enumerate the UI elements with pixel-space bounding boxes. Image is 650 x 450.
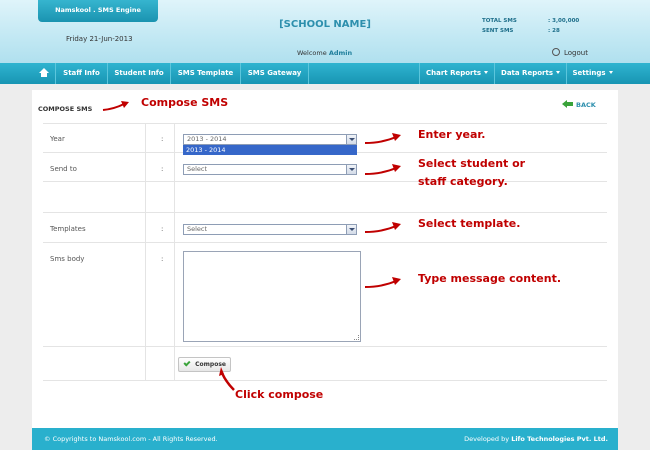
year-dropdown-option[interactable]: 2013 - 2014: [183, 145, 357, 155]
year-select[interactable]: 2013 - 2014: [183, 134, 357, 145]
welcome-user: Admin: [328, 49, 353, 57]
annotation-select-category-line2: staff category.: [418, 175, 508, 188]
logout-label: Logout: [564, 49, 588, 57]
nav-settings-label: Settings: [572, 69, 606, 77]
sent-sms-label: SENT SMS: [482, 28, 514, 34]
annotation-arrow-icon: [364, 222, 401, 233]
templates-select[interactable]: Select: [183, 224, 357, 235]
send-to-select[interactable]: Select: [183, 164, 357, 175]
header: Namskool . SMS Engine Friday 21-Jun-2013…: [0, 0, 650, 63]
annotation-click-compose: Click compose: [235, 388, 324, 401]
nav-home[interactable]: [32, 63, 56, 84]
colon: :: [161, 135, 164, 143]
annotation-arrow-icon: [102, 101, 129, 111]
send-to-label: Send to: [50, 165, 77, 173]
nav-chart-reports-label: Chart Reports: [425, 69, 481, 77]
back-arrow-icon: [562, 100, 573, 108]
annotation-select-template: Select template.: [418, 217, 521, 230]
colon: :: [161, 225, 164, 233]
nav-data-reports-label: Data Reports: [501, 69, 553, 77]
footer: © Copyrights to Namskool.com - All Right…: [32, 428, 618, 450]
nav-settings[interactable]: Settings: [566, 63, 618, 84]
power-icon: [552, 48, 560, 56]
chevron-down-icon: [555, 71, 560, 74]
send-to-select-value: Select: [187, 165, 208, 173]
nav-sms-template[interactable]: SMS Template: [171, 63, 241, 84]
sms-body-textarea[interactable]: [183, 251, 361, 342]
annotation-compose-sms: Compose SMS: [141, 96, 229, 109]
back-button[interactable]: BACK: [562, 100, 596, 109]
resize-handle-icon[interactable]: [354, 335, 359, 340]
check-icon: [183, 359, 191, 367]
nav-chart-reports[interactable]: Chart Reports: [419, 63, 494, 84]
sms-stats: TOTAL SMS : 3,00,000 SENT SMS : 28: [482, 16, 579, 36]
nav-staff-info[interactable]: Staff Info: [56, 63, 108, 84]
divider: [145, 123, 146, 380]
main-nav: Staff Info Student Info SMS Template SMS…: [0, 63, 650, 84]
current-date: Friday 21-Jun-2013: [66, 35, 133, 43]
divider: [43, 242, 607, 243]
footer-developer: Developed by Lifo Technologies Pvt. Ltd.: [464, 428, 608, 450]
annotation-enter-year: Enter year.: [418, 128, 486, 141]
divider: [43, 380, 607, 381]
chevron-down-icon: [608, 71, 613, 74]
colon: :: [161, 165, 164, 173]
divider: [43, 181, 607, 182]
divider: [43, 346, 607, 347]
welcome-prefix: Welcome: [297, 49, 327, 57]
annotation-arrow-icon: [364, 164, 401, 175]
total-sms-value: : 3,00,000: [548, 18, 580, 24]
footer-developer-company: Lifo Technologies Pvt. Ltd.: [511, 435, 608, 443]
chevron-down-icon: [484, 71, 488, 74]
divider: [43, 212, 607, 213]
page-title: COMPOSE SMS: [38, 105, 93, 113]
annotation-type-message: Type message content.: [418, 272, 562, 285]
nav-sms-gateway[interactable]: SMS Gateway: [241, 63, 309, 84]
year-select-value: 2013 - 2014: [187, 135, 227, 143]
footer-copyright: © Copyrights to Namskool.com - All Right…: [44, 435, 218, 443]
welcome-text: Welcome Admin: [297, 49, 352, 57]
chevron-down-icon: [346, 225, 356, 234]
year-label: Year: [50, 135, 65, 143]
annotation-select-category-line1: Select student or: [418, 157, 526, 170]
chevron-down-icon: [346, 165, 356, 174]
footer-developer-prefix: Developed by: [464, 435, 510, 443]
total-sms-label: TOTAL SMS: [482, 18, 517, 24]
logout-link[interactable]: Logout: [552, 48, 588, 57]
nav-student-info[interactable]: Student Info: [108, 63, 171, 84]
divider: [174, 123, 175, 380]
home-icon: [38, 68, 49, 77]
back-label: BACK: [576, 101, 596, 109]
colon: :: [161, 255, 164, 263]
divider: [43, 123, 607, 124]
sent-sms-value: : 28: [548, 28, 560, 34]
annotation-arrow-icon: [364, 277, 401, 288]
chevron-down-icon: [346, 135, 356, 144]
templates-select-value: Select: [187, 225, 208, 233]
sms-body-label: Sms body: [50, 255, 85, 263]
nav-data-reports[interactable]: Data Reports: [494, 63, 566, 84]
annotation-arrow-icon: [364, 133, 401, 144]
templates-label: Templates: [50, 225, 86, 233]
